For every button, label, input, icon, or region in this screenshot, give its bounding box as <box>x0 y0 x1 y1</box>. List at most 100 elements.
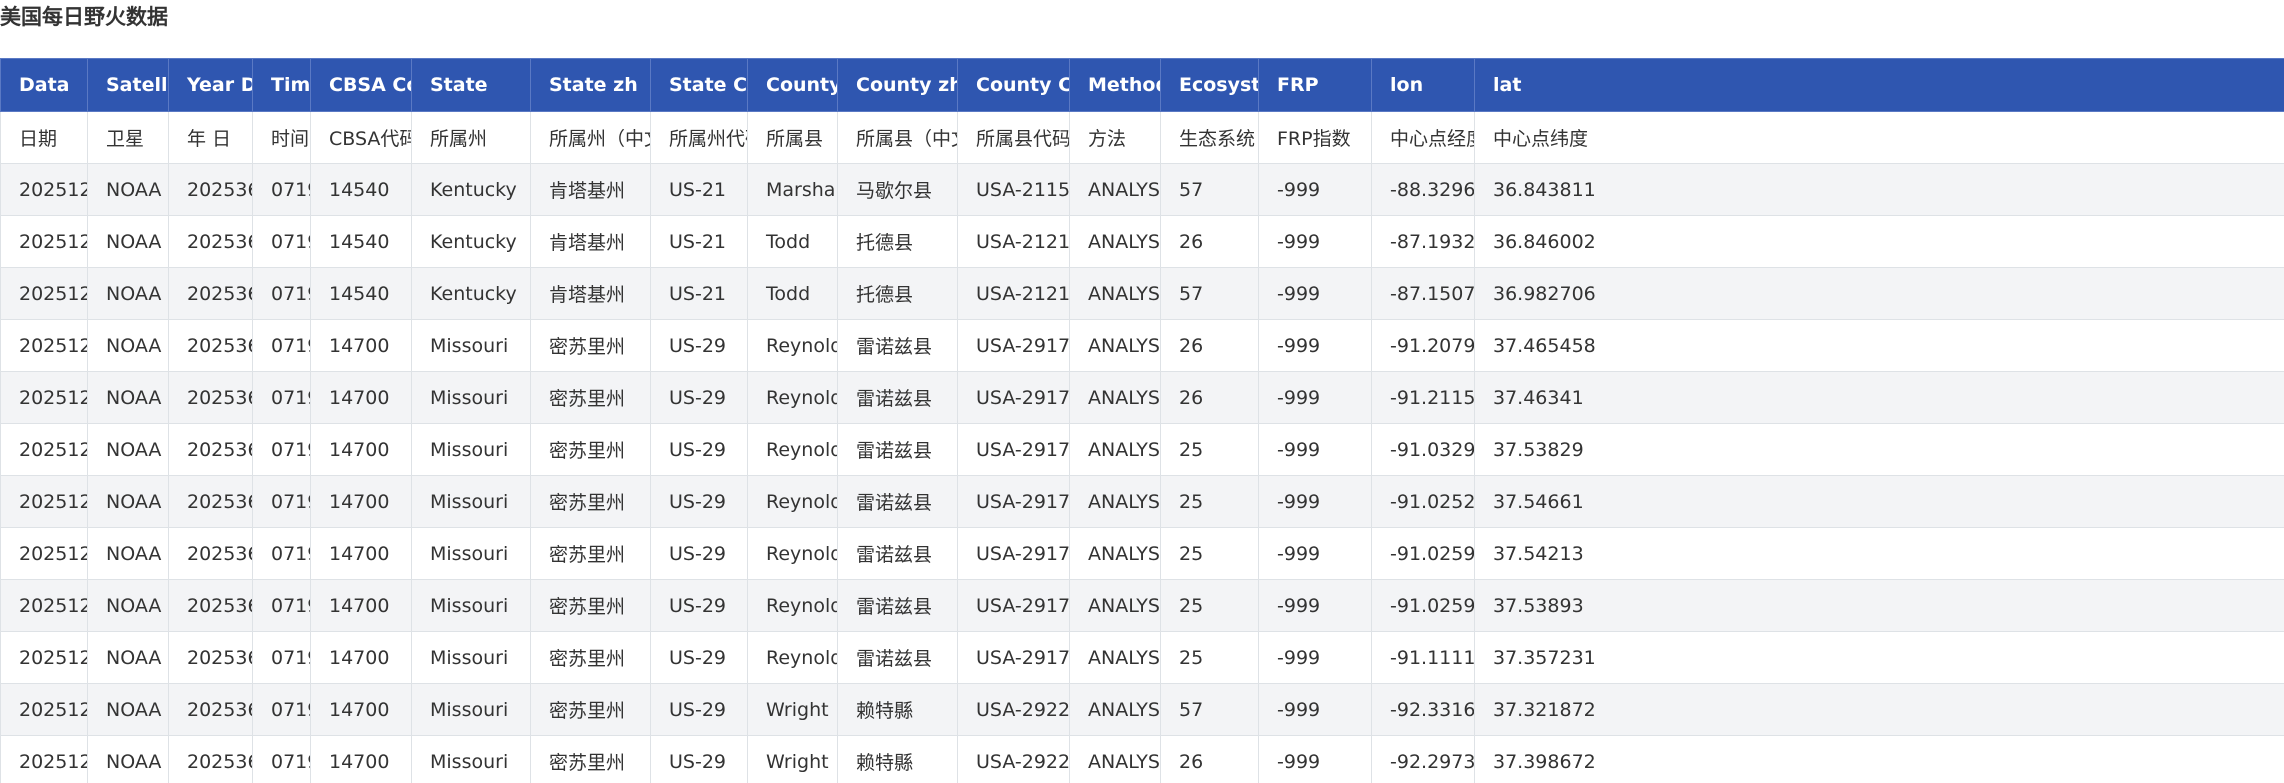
column-header-lon[interactable]: lon <box>1371 58 1475 112</box>
table-cell: -87.150733 <box>1371 267 1475 320</box>
table-cell: Kentucky <box>411 163 531 216</box>
table-cell: 密苏里州 <box>530 735 651 783</box>
table-cell: NOAA 21 <box>87 319 169 372</box>
table-row[interactable]: 20251231NOAA 212025365071914700Missouri密… <box>0 423 2284 476</box>
table-cell: US-29 <box>650 371 748 424</box>
table-cell: 14700 <box>310 631 412 684</box>
table-cell: 0719 <box>252 527 311 580</box>
table-cell: 25 <box>1160 423 1259 476</box>
table-cell: 0719 <box>252 215 311 268</box>
sub-header-cell: 所属县代码 <box>957 111 1070 164</box>
table-cell: ANALYSIS <box>1069 475 1161 528</box>
table-cell: Reynolds <box>747 579 838 632</box>
table-cell: 2025365 <box>168 631 253 684</box>
sub-header-cell: CBSA代码 <box>310 111 412 164</box>
column-header-ecosystem[interactable]: Ecosystem <box>1160 58 1259 112</box>
table-cell: 0719 <box>252 371 311 424</box>
table-cell: -91.207928 <box>1371 319 1475 372</box>
table-cell: -999 <box>1258 267 1372 320</box>
table-cell: 0719 <box>252 579 311 632</box>
table-cell: -999 <box>1258 371 1372 424</box>
column-header-cbsa-code[interactable]: CBSA Code <box>310 58 412 112</box>
table-cell: 14540 <box>310 163 412 216</box>
table-row[interactable]: 20251231NOAA 212025365071914700Missouri密… <box>0 683 2284 736</box>
column-header-county-zh[interactable]: County zh <box>837 58 958 112</box>
table-cell: 0719 <box>252 319 311 372</box>
table-cell: -91.025912 <box>1371 527 1475 580</box>
column-header-frp[interactable]: FRP <box>1258 58 1372 112</box>
sub-header-cell: 所属州（中文） <box>530 111 651 164</box>
table-cell: US-29 <box>650 579 748 632</box>
table-cell: Reynolds <box>747 423 838 476</box>
column-header-satellite[interactable]: Satellite <box>87 58 169 112</box>
table-cell: 赖特縣 <box>837 683 958 736</box>
table-cell: 2025365 <box>168 423 253 476</box>
column-header-method[interactable]: Method <box>1069 58 1161 112</box>
table-row[interactable]: 20251231NOAA 212025365071914540Kentucky肯… <box>0 163 2284 216</box>
table-row[interactable]: 20251231NOAA 212025365071914700Missouri密… <box>0 371 2284 424</box>
table-row[interactable]: 20251231NOAA 212025365071914700Missouri密… <box>0 475 2284 528</box>
table-cell: 26 <box>1160 735 1259 783</box>
table-cell: ANALYSIS <box>1069 631 1161 684</box>
table-cell: NOAA 21 <box>87 475 169 528</box>
table-row[interactable]: 20251231NOAA 212025365071914700Missouri密… <box>0 735 2284 783</box>
table-cell: 37.357231 <box>1474 631 2284 684</box>
table-cell: NOAA 21 <box>87 267 169 320</box>
table-row[interactable]: 20251231NOAA 212025365071914700Missouri密… <box>0 319 2284 372</box>
table-cell: 0719 <box>252 267 311 320</box>
table-cell: 14700 <box>310 319 412 372</box>
table-cell: USA-29179 <box>957 475 1070 528</box>
sub-header-row: 日期 卫星 年 日 时间 CBSA代码 所属州 所属州（中文） 所属州代码 所属… <box>0 111 2284 164</box>
table-cell: NOAA 21 <box>87 683 169 736</box>
table-cell: -91.025912 <box>1371 579 1475 632</box>
table-row[interactable]: 20251231NOAA 212025365071914700Missouri密… <box>0 527 2284 580</box>
table-cell: 2025365 <box>168 215 253 268</box>
table-cell: Reynolds <box>747 371 838 424</box>
table-cell: 26 <box>1160 215 1259 268</box>
table-cell: 20251231 <box>0 527 88 580</box>
table-cell: 2025365 <box>168 527 253 580</box>
table-cell: Missouri <box>411 527 531 580</box>
table-cell: 20251231 <box>0 371 88 424</box>
sub-header-cell: FRP指数 <box>1258 111 1372 164</box>
table-cell: -87.193229 <box>1371 215 1475 268</box>
table-row[interactable]: 20251231NOAA 212025365071914540Kentucky肯… <box>0 267 2284 320</box>
table-cell: 14540 <box>310 267 412 320</box>
column-header-state-zh[interactable]: State zh <box>530 58 651 112</box>
table-row[interactable]: 20251231NOAA 212025365071914700Missouri密… <box>0 631 2284 684</box>
table-row[interactable]: 20251231NOAA 212025365071914540Kentucky肯… <box>0 215 2284 268</box>
column-header-lat[interactable]: lat <box>1474 58 2284 112</box>
table-cell: 37.54661 <box>1474 475 2284 528</box>
table-cell: 2025365 <box>168 683 253 736</box>
column-header-time[interactable]: Time <box>252 58 311 112</box>
table-cell: 0719 <box>252 475 311 528</box>
table-cell: US-21 <box>650 163 748 216</box>
table-cell: 2025365 <box>168 267 253 320</box>
table-cell: -999 <box>1258 631 1372 684</box>
column-header-county-code[interactable]: County Code <box>957 58 1070 112</box>
table-cell: 0719 <box>252 631 311 684</box>
table-cell: 14700 <box>310 527 412 580</box>
table-cell: 密苏里州 <box>530 319 651 372</box>
table-cell: 37.465458 <box>1474 319 2284 372</box>
sub-header-cell: 中心点纬度 <box>1474 111 2284 164</box>
table-cell: US-29 <box>650 319 748 372</box>
column-header-year-day[interactable]: Year Day <box>168 58 253 112</box>
table-row[interactable]: 20251231NOAA 212025365071914700Missouri密… <box>0 579 2284 632</box>
column-header-state[interactable]: State <box>411 58 531 112</box>
column-header-state-code[interactable]: State Code <box>650 58 748 112</box>
table-cell: -91.025272 <box>1371 475 1475 528</box>
table-cell: 密苏里州 <box>530 423 651 476</box>
column-header-county[interactable]: County <box>747 58 838 112</box>
table-cell: -91.211512 <box>1371 371 1475 424</box>
table-cell: USA-29229 <box>957 683 1070 736</box>
table-cell: 肯塔基州 <box>530 215 651 268</box>
table-cell: 2025365 <box>168 735 253 783</box>
wildfire-table-container: Data Satellite Year Day Time CBSA Code S… <box>0 58 2284 783</box>
table-cell: 密苏里州 <box>530 683 651 736</box>
table-cell: -999 <box>1258 735 1372 783</box>
table-cell: Reynolds <box>747 475 838 528</box>
table-cell: 密苏里州 <box>530 631 651 684</box>
column-header-data[interactable]: Data <box>0 58 88 112</box>
table-cell: -92.297389 <box>1371 735 1475 783</box>
